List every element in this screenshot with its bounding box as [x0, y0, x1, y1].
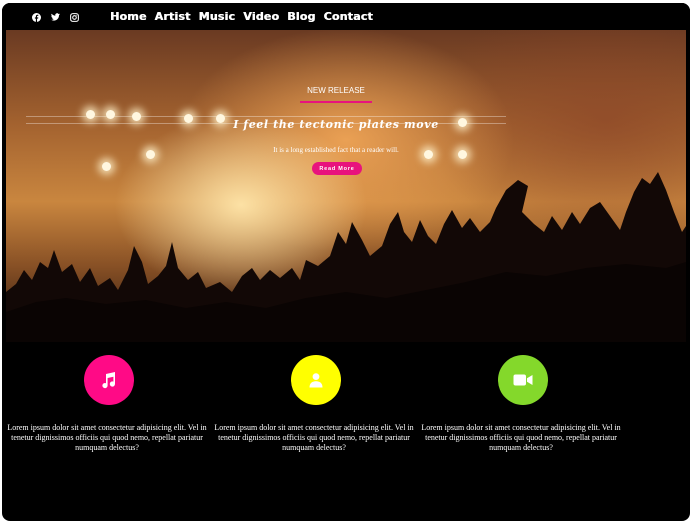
hero-title: I feel the tectonic plates move: [233, 118, 439, 131]
top-bar: Home Artist Music Video Blog Contact: [2, 3, 690, 30]
read-more-button[interactable]: Read More: [312, 162, 362, 175]
hero-content: NEW RELEASE I feel the tectonic plates m…: [6, 30, 686, 342]
nav-home[interactable]: Home: [110, 10, 147, 23]
nav-video[interactable]: Video: [243, 10, 279, 23]
video-camera-icon: [498, 355, 548, 405]
instagram-icon[interactable]: [68, 11, 80, 23]
feature-text: Lorem ipsum dolor sit amet consectetur a…: [421, 423, 621, 452]
feature-text: Lorem ipsum dolor sit amet consectetur a…: [7, 423, 207, 452]
nav-music[interactable]: Music: [198, 10, 235, 23]
user-icon: [291, 355, 341, 405]
hero-subtitle: It is a long established fact that a rea…: [273, 146, 399, 154]
hero-tag: NEW RELEASE: [307, 86, 365, 95]
nav-artist[interactable]: Artist: [155, 10, 191, 23]
page-frame: Home Artist Music Video Blog Contact NEW…: [2, 3, 690, 521]
nav-blog[interactable]: Blog: [287, 10, 315, 23]
nav-contact[interactable]: Contact: [323, 10, 372, 23]
tag-underline: [300, 101, 372, 103]
facebook-icon[interactable]: [30, 11, 42, 23]
music-note-icon: [84, 355, 134, 405]
twitter-icon[interactable]: [49, 11, 61, 23]
feature-text: Lorem ipsum dolor sit amet consectetur a…: [214, 423, 414, 452]
hero-banner: NEW RELEASE I feel the tectonic plates m…: [6, 30, 686, 342]
main-nav: Home Artist Music Video Blog Contact: [110, 10, 373, 23]
